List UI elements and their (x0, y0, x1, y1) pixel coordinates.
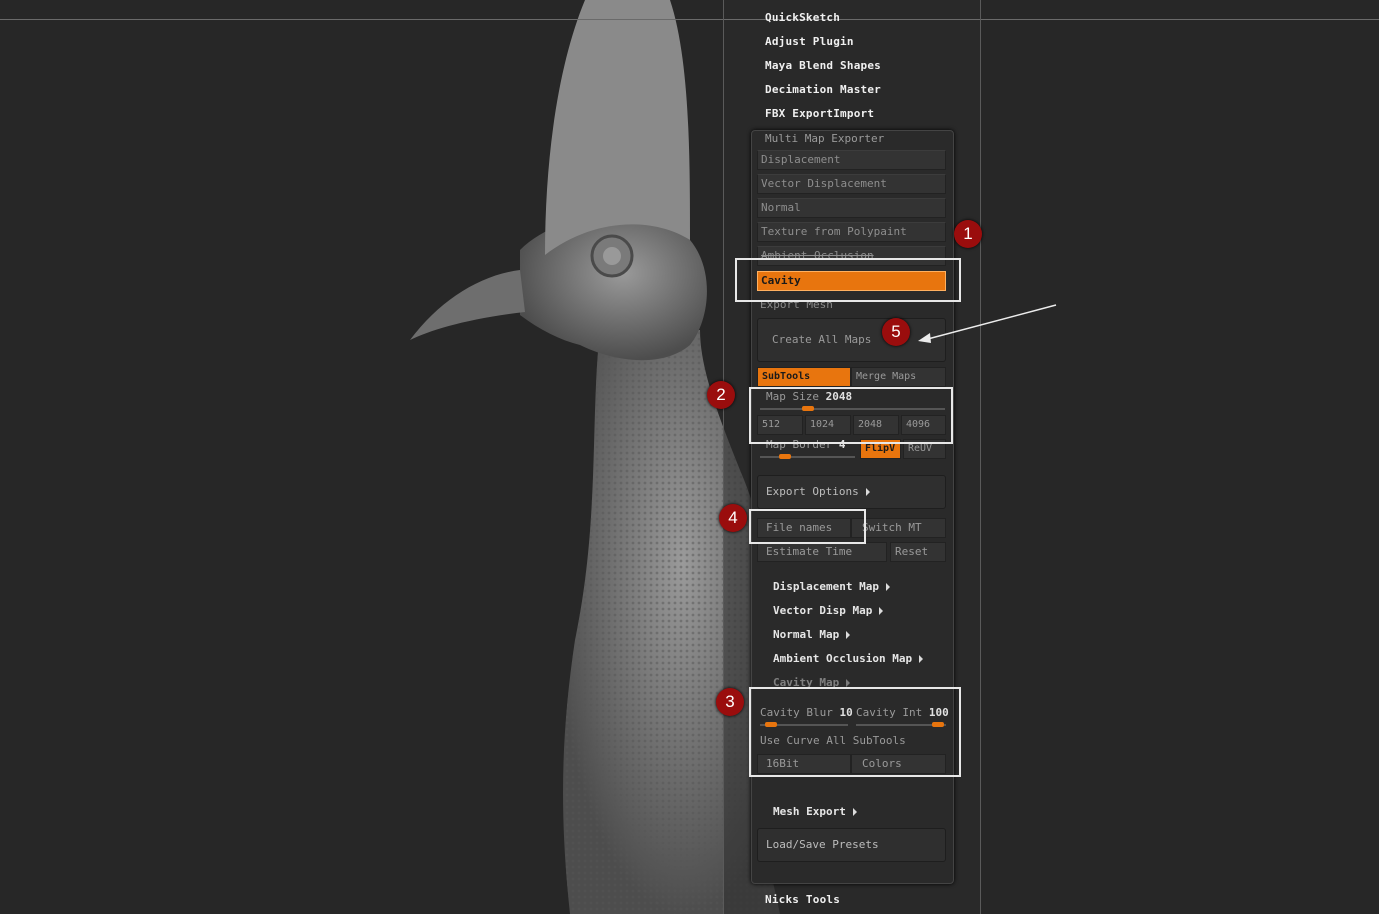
merge-maps-toggle[interactable]: Merge Maps (851, 367, 946, 387)
export-options-button[interactable]: Export Options (757, 475, 946, 509)
map-texture-polypaint-button[interactable]: Texture from Polypaint (757, 222, 946, 242)
panel-left-border (723, 0, 724, 914)
sculpt-model-image (410, 0, 780, 914)
marker-2: 2 (707, 381, 735, 409)
top-divider (0, 19, 1379, 20)
callout-box-4 (749, 509, 866, 544)
marker-3: 3 (716, 688, 744, 716)
plugin-fbx-exportimport[interactable]: FBX ExportImport (765, 107, 874, 120)
callout-box-2 (749, 387, 953, 444)
chevron-right-icon (865, 488, 870, 496)
callout-box-3 (749, 687, 961, 777)
load-save-presets-button[interactable]: Load/Save Presets (757, 828, 946, 862)
map-vector-displacement-button[interactable]: Vector Displacement (757, 174, 946, 194)
chevron-right-icon (852, 808, 857, 816)
chevron-right-icon (846, 679, 851, 687)
map-border-slider-track[interactable] (760, 456, 855, 458)
plugin-maya-blend-shapes[interactable]: Maya Blend Shapes (765, 59, 881, 72)
chevron-right-icon (879, 607, 884, 615)
mesh-export-submenu[interactable]: Mesh Export (773, 805, 857, 818)
plugin-nicks-tools[interactable]: Nicks Tools (765, 893, 840, 906)
panel-right-border (980, 0, 981, 914)
mme-title[interactable]: Multi Map Exporter (765, 132, 884, 145)
viewport-canvas[interactable] (0, 0, 1379, 914)
chevron-right-icon (885, 583, 890, 591)
estimate-time-button[interactable]: Estimate Time (757, 542, 887, 562)
marker-1: 1 (954, 220, 982, 248)
map-normal-button[interactable]: Normal (757, 198, 946, 218)
plugin-quicksketch[interactable]: QuickSketch (765, 11, 840, 24)
map-border-slider-knob[interactable] (779, 454, 791, 459)
displacement-map-submenu[interactable]: Displacement Map (773, 580, 890, 593)
chevron-right-icon (919, 655, 924, 663)
marker-5: 5 (882, 318, 910, 346)
plugin-adjust[interactable]: Adjust Plugin (765, 35, 854, 48)
marker-4: 4 (719, 504, 747, 532)
plugin-decimation-master[interactable]: Decimation Master (765, 83, 881, 96)
reset-button[interactable]: Reset (890, 542, 946, 562)
subtools-toggle[interactable]: SubTools (757, 367, 851, 387)
create-all-maps-button[interactable]: Create All Maps (757, 318, 946, 362)
map-displacement-button[interactable]: Displacement (757, 150, 946, 170)
vector-disp-map-submenu[interactable]: Vector Disp Map (773, 604, 884, 617)
ambient-occlusion-map-submenu[interactable]: Ambient Occlusion Map (773, 652, 924, 665)
callout-box-1 (735, 258, 961, 302)
chevron-right-icon (846, 631, 851, 639)
normal-map-submenu[interactable]: Normal Map (773, 628, 851, 641)
